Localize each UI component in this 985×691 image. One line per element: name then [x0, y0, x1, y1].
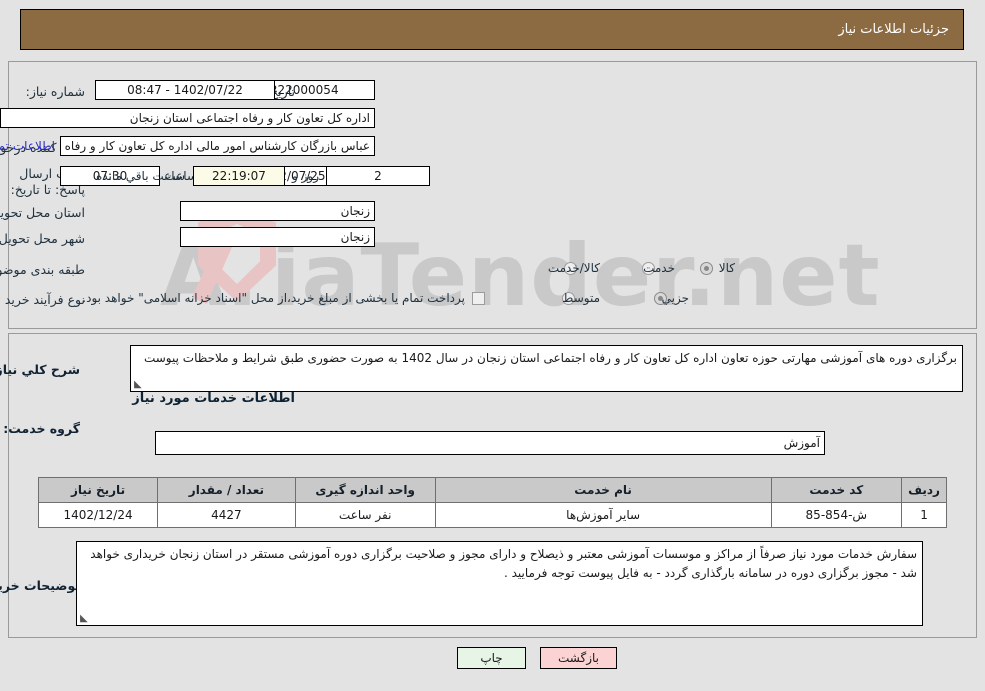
- category-radio-kala[interactable]: [700, 262, 713, 275]
- buyer-notes-value: سفارش خدمات مورد نیاز صرفاً از مراکز و م…: [90, 547, 917, 580]
- resize-grip-icon[interactable]: ◢: [134, 379, 144, 390]
- cell-need-date: 1402/12/24: [37, 502, 159, 528]
- buyer-org-value[interactable]: اداره کل تعاون کار و رفاه اجتماعی استان …: [0, 108, 375, 128]
- province-value[interactable]: زنجان: [180, 201, 375, 221]
- column-header-service-name: نام خدمت: [434, 477, 772, 503]
- description-value: برگزاری دوره های آموزشی مهارتی حوزه تعاو…: [143, 351, 957, 365]
- description-textarea[interactable]: برگزاری دوره های آموزشی مهارتی حوزه تعاو…: [130, 345, 963, 392]
- column-header-unit: واحد اندازه گیری: [294, 477, 436, 503]
- need-info-panel: [8, 61, 977, 329]
- cell-index: 1: [901, 502, 947, 528]
- city-value[interactable]: زنجان: [180, 227, 375, 247]
- treasury-bond-label: پرداخت تمام یا بخشی از مبلغ خرید،از محل …: [82, 291, 465, 305]
- requester-value[interactable]: عباس بازرگان کارشناس امور مالی اداره کل …: [60, 136, 375, 156]
- announce-datetime-value[interactable]: 1402/07/22 - 08:47: [95, 80, 275, 100]
- cell-quantity: 4427: [157, 502, 296, 528]
- category-label-kala-khedmat: کالا/خدمت: [547, 261, 600, 275]
- buyer-notes-label: توضیحات خریدار:: [0, 578, 80, 593]
- buyer-notes-textarea[interactable]: سفارش خدمات مورد نیاز صرفاً از مراکز و م…: [76, 541, 923, 626]
- category-label-khedmat: خدمت: [643, 261, 675, 275]
- service-group-value[interactable]: آموزش: [155, 431, 825, 455]
- remaining-days-word: روز و: [292, 169, 319, 183]
- description-label: شرح کلي نیاز:: [0, 362, 80, 377]
- remaining-suffix-label: ساعت باقي مانده: [95, 169, 185, 183]
- process-label-jozi: جزیي: [661, 291, 689, 305]
- remaining-days-value[interactable]: 2: [326, 166, 430, 186]
- notes-resize-grip-icon[interactable]: ◢: [80, 613, 90, 624]
- remaining-clock-value[interactable]: 22:19:07: [193, 166, 285, 186]
- cell-service-code: ش-854-85: [770, 502, 903, 528]
- service-group-label: گروه خدمت:: [3, 421, 80, 436]
- page-title: جزئیات اطلاعات نیاز: [838, 22, 949, 37]
- column-header-quantity: تعداد / مقدار: [157, 477, 296, 503]
- province-label: استان محل تحویل:: [0, 205, 85, 220]
- print-button[interactable]: چاپ: [457, 647, 526, 669]
- cell-unit: نفر ساعت: [294, 502, 436, 528]
- buyer-contact-link[interactable]: اطلاعات تماس خریدار: [0, 139, 55, 153]
- cell-service-name: سایر آموزش‌ها: [434, 502, 772, 528]
- column-header-need-date: تاریخ نیاز: [37, 477, 159, 503]
- column-header-service-code: کد خدمت: [770, 477, 903, 503]
- city-label: شهر محل تحویل:: [0, 231, 85, 246]
- category-label-kala: کالا: [718, 261, 735, 275]
- category-label: طبقه بندی موضوعی:: [0, 262, 85, 277]
- treasury-bond-checkbox[interactable]: [472, 292, 485, 305]
- process-label: نوع فرآیند خرید :: [0, 292, 85, 307]
- table-row[interactable]: 1 ش-854-85 سایر آموزش‌ها نفر ساعت 4427 1…: [37, 502, 947, 528]
- back-button[interactable]: بازگشت: [540, 647, 617, 669]
- page-header: جزئیات اطلاعات نیاز: [20, 9, 964, 50]
- services-section-heading: اطلاعات خدمات مورد نیاز: [132, 391, 295, 406]
- services-table: ردیف کد خدمت نام خدمت واحد اندازه گیری ت…: [37, 477, 947, 528]
- table-header-row: ردیف کد خدمت نام خدمت واحد اندازه گیری ت…: [37, 477, 947, 503]
- column-header-index: ردیف: [901, 477, 947, 503]
- process-label-motavasset: متوسط: [562, 291, 600, 305]
